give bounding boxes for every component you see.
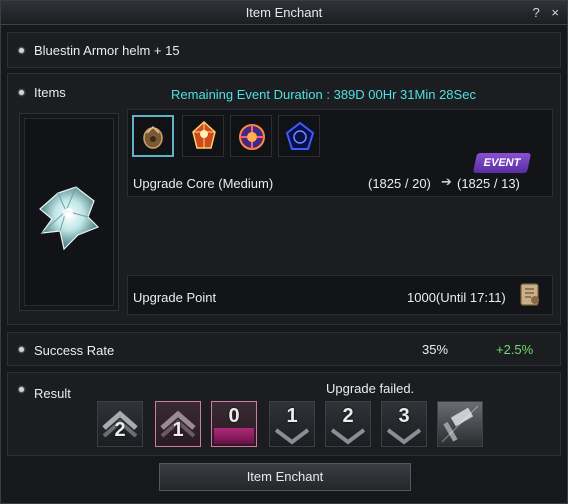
- target-item-panel: Bluestin Armor helm + 15: [7, 32, 561, 68]
- armor-core-icon: [143, 125, 163, 149]
- upgrade-core-label: Upgrade Core (Medium): [133, 176, 274, 191]
- success-rate-label: Success Rate: [34, 343, 115, 358]
- result-label: Result: [34, 386, 71, 401]
- result-slot-value: 3: [398, 405, 410, 427]
- item-enchant-button[interactable]: Item Enchant: [159, 463, 411, 491]
- upgrade-core-to: (1825 / 13): [457, 176, 520, 191]
- item-enchant-window: Item Enchant ? × Bluestin Armor helm + 1…: [0, 0, 568, 504]
- hammer-icon: [441, 405, 479, 443]
- result-slot-value: 0: [228, 405, 240, 427]
- material-slot[interactable]: [132, 115, 174, 157]
- result-slot: 2: [97, 401, 143, 447]
- help-icon[interactable]: ?: [533, 5, 540, 20]
- material-slot[interactable]: [182, 115, 224, 157]
- upgrade-point-value: 1000(Until 17:11): [407, 290, 506, 305]
- success-rate-panel: Success Rate: [7, 332, 561, 366]
- scroll-icon[interactable]: [515, 279, 545, 309]
- items-section-label: Items: [34, 85, 66, 100]
- result-slot-value: 2: [114, 419, 126, 441]
- item-preview[interactable]: [19, 113, 119, 311]
- result-fill-bar: [214, 428, 254, 444]
- result-slot: [437, 401, 483, 447]
- spark-orb-icon: [239, 124, 265, 150]
- red-crystal-icon: [192, 120, 216, 149]
- result-slot: 1: [269, 401, 315, 447]
- success-rate-value: 35%: [422, 342, 449, 357]
- target-item-name: Bluestin Armor helm + 15: [34, 43, 180, 58]
- result-slot: 1: [155, 401, 201, 447]
- success-rate-bonus: +2.5%: [496, 342, 534, 357]
- material-slot[interactable]: [278, 115, 320, 157]
- helm-icon: [39, 186, 100, 251]
- upgrade-core-from: (1825 / 20): [368, 176, 431, 191]
- blue-pentagon-icon: [285, 121, 315, 150]
- event-badge: EVENT: [472, 153, 532, 173]
- result-slot: 0: [211, 401, 257, 447]
- window-title: Item Enchant: [245, 5, 323, 20]
- result-slot-value: 1: [286, 405, 298, 427]
- result-slot: 3: [381, 401, 427, 447]
- title-bar[interactable]: Item Enchant ? ×: [1, 1, 567, 25]
- result-slot: 2: [325, 401, 371, 447]
- arrow-right-icon: ➔: [441, 174, 452, 189]
- item-preview-frame: [24, 118, 114, 306]
- upgrade-point-label: Upgrade Point: [133, 290, 217, 305]
- close-icon[interactable]: ×: [551, 5, 559, 20]
- result-message: Upgrade failed.: [326, 381, 415, 396]
- bullet-icon: [19, 347, 24, 352]
- result-slot-value: 2: [342, 405, 354, 427]
- bullet-icon: [19, 48, 24, 53]
- bullet-icon: [19, 387, 24, 392]
- event-duration-text: Remaining Event Duration : 389D 00Hr 31M…: [171, 87, 476, 102]
- result-slot-value: 1: [172, 419, 184, 441]
- bullet-icon: [19, 90, 24, 95]
- material-slot[interactable]: [230, 115, 272, 157]
